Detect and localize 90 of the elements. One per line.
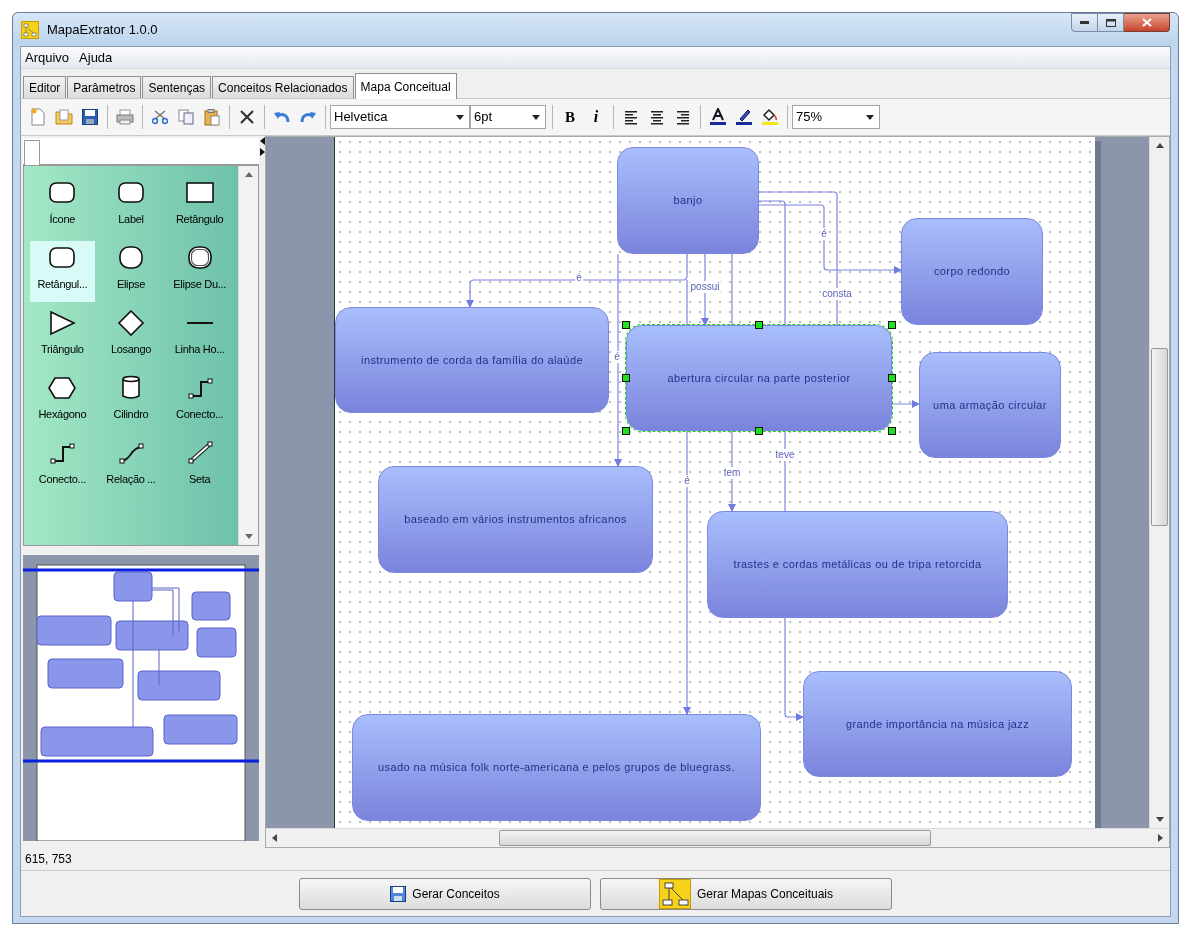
scroll-up-icon[interactable] [244, 172, 253, 177]
edge-label: é [820, 228, 828, 240]
copy-icon[interactable] [178, 109, 194, 125]
minimize-button[interactable] [1071, 13, 1098, 32]
scroll-thumb[interactable] [499, 830, 931, 846]
edge-label: teve [774, 449, 796, 461]
palette-item[interactable]: Label [98, 176, 164, 237]
cut-icon[interactable] [152, 109, 168, 125]
italic-button[interactable]: i [585, 105, 607, 129]
tab[interactable]: Mapa Conceitual [354, 73, 457, 99]
palette-tab[interactable] [24, 140, 40, 165]
window-title: MapaExtrator 1.0.0 [47, 20, 158, 39]
scroll-thumb[interactable] [1151, 348, 1168, 526]
action-button[interactable]: Gerar Mapas Conceituais [600, 877, 892, 910]
palette-item[interactable]: Elipse Du... [167, 241, 232, 302]
tab[interactable]: Editor [23, 76, 67, 98]
concept-node[interactable]: banjo [617, 147, 759, 254]
concept-node[interactable]: uma armação circular [919, 352, 1061, 458]
highlighter-icon[interactable] [735, 108, 753, 126]
paste-icon[interactable] [204, 108, 220, 126]
palette-item[interactable]: Ícone [30, 176, 95, 237]
palette-item[interactable]: Seta [167, 436, 232, 497]
combo-value: 75% [796, 108, 824, 127]
palette-item[interactable]: Elipse [98, 241, 164, 302]
zoom-dropdown[interactable]: 75% [792, 105, 880, 129]
vertical-scrollbar[interactable] [238, 166, 258, 545]
close-button[interactable] [1124, 13, 1170, 32]
palette-item[interactable]: Linha Ho... [167, 306, 232, 367]
action-button[interactable]: Gerar Conceitos [299, 877, 591, 910]
edge-label: é [613, 351, 621, 363]
concept-node[interactable]: baseado em vários instrumentos africanos [378, 466, 653, 573]
align-right-icon[interactable] [676, 109, 690, 125]
concept-node[interactable]: trastes e cordas metálicas ou de tripa retorcida [707, 511, 1008, 618]
size-dropdown[interactable]: 6pt [470, 105, 546, 129]
app-icon [21, 20, 39, 39]
scroll-down-icon[interactable] [1155, 817, 1164, 822]
horizontal-scrollbar[interactable] [266, 828, 1169, 847]
menu-item[interactable]: Arquivo [25, 47, 70, 68]
scroll-up-icon[interactable] [1155, 143, 1164, 148]
concept-node[interactable]: corpo redondo [901, 218, 1043, 325]
palette-item[interactable]: Triângulo [30, 306, 95, 367]
combo-value: Helvetica [334, 108, 389, 127]
font-dropdown[interactable]: Helvetica [330, 105, 470, 129]
maximize-button[interactable] [1098, 13, 1124, 32]
concept-node[interactable]: usado na música folk norte-americana e pelos grupos de bluegrass. [352, 714, 761, 821]
palette-item[interactable]: Retângulo [167, 176, 232, 237]
concept-node[interactable]: abertura circular na parte posterior [626, 325, 892, 431]
palette-item[interactable]: Cilindro [98, 371, 164, 432]
align-center-icon[interactable] [650, 109, 664, 125]
palette-item[interactable]: Hexágono [30, 371, 95, 432]
align-left-icon[interactable] [624, 109, 638, 125]
text-color-icon[interactable] [709, 108, 727, 126]
tab[interactable]: Sentenças [142, 76, 212, 98]
tab[interactable]: Conceitos Relacionados [212, 76, 354, 98]
dropdown-caret-icon [456, 114, 464, 120]
save-icon [390, 885, 407, 902]
edge-label: possui [689, 281, 721, 293]
vertical-scrollbar[interactable] [1149, 137, 1169, 828]
edge-label: é [575, 272, 583, 284]
menu-item[interactable]: Ajuda [79, 47, 113, 68]
edge-label: consta [821, 288, 853, 300]
save-icon[interactable] [82, 109, 98, 125]
maximize-icon [1105, 18, 1116, 27]
edge-label: tem [722, 467, 742, 479]
concept-node[interactable]: instrumento de corda da família do alaúde [335, 307, 609, 413]
palette-item[interactable]: Relação ... [98, 436, 164, 497]
palette-item[interactable]: Losango [98, 306, 164, 367]
scroll-right-icon[interactable] [1158, 834, 1163, 842]
concept-map-icon [658, 878, 691, 909]
cursor-coordinates: 615, 753 [25, 851, 72, 868]
edge-label: é [683, 475, 691, 487]
redo-icon[interactable] [299, 109, 317, 125]
fill-bucket-icon[interactable] [761, 108, 779, 126]
undo-icon[interactable] [273, 109, 291, 125]
print-icon[interactable] [116, 109, 134, 125]
dropdown-caret-icon [532, 114, 540, 120]
delete-icon[interactable] [239, 109, 255, 125]
dropdown-caret-icon [866, 114, 874, 120]
minimize-icon [1080, 21, 1089, 24]
palette-item[interactable]: Conecto... [167, 371, 232, 432]
bold-button[interactable]: B [559, 105, 581, 129]
scroll-down-icon[interactable] [244, 534, 253, 539]
combo-value: 6pt [474, 108, 494, 127]
palette-item[interactable]: Conecto... [30, 436, 95, 497]
line-icon [185, 320, 214, 325]
palette-item[interactable]: Retângul... [30, 241, 95, 302]
concept-node[interactable]: grande importância na música jazz [803, 671, 1072, 777]
tab[interactable]: Parâmetros [67, 76, 142, 98]
close-icon [1141, 18, 1152, 27]
scroll-left-icon[interactable] [272, 834, 277, 842]
